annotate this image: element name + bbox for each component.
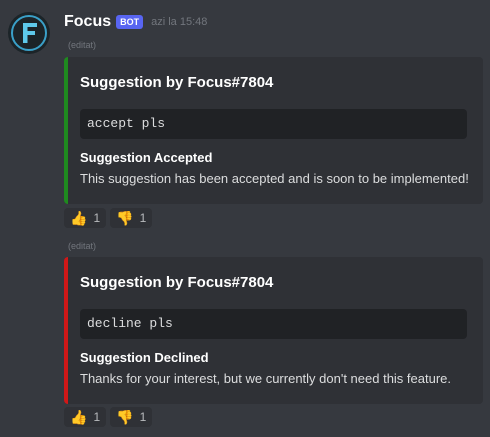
reaction-count: 1 xyxy=(93,211,101,225)
field-name: Suggestion Declined xyxy=(80,350,209,365)
reaction-count: 1 xyxy=(139,410,147,424)
thumbs-down-icon: 👎 xyxy=(116,210,134,226)
field-value: This suggestion has been accepted and is… xyxy=(80,171,469,186)
field-value: Thanks for your interest, but we current… xyxy=(80,371,452,386)
thumbs-up-icon: 👍 xyxy=(70,210,88,226)
thumbs-down-icon: 👎 xyxy=(116,409,134,425)
message-timestamp[interactable]: azi la 15:48 xyxy=(151,16,207,28)
reaction-count: 1 xyxy=(139,211,147,225)
embed-title: Suggestion by Focus#7804 xyxy=(80,274,274,291)
field-name: Suggestion Accepted xyxy=(80,150,213,165)
reaction-thumbs-up[interactable]: 👍 1 xyxy=(64,407,107,427)
reactions-row: 👍 1 👎 1 xyxy=(64,407,153,427)
code-block: decline pls xyxy=(80,309,467,339)
edited-label: (editat) xyxy=(68,241,97,251)
bot-badge: BOT xyxy=(116,15,144,29)
embed-accent-bar xyxy=(64,57,68,204)
avatar[interactable] xyxy=(8,12,50,54)
edited-label: (editat) xyxy=(68,40,97,50)
reaction-count: 1 xyxy=(93,410,101,424)
reactions-row: 👍 1 👎 1 xyxy=(64,208,153,228)
reaction-thumbs-up[interactable]: 👍 1 xyxy=(64,208,107,228)
reaction-thumbs-down[interactable]: 👎 1 xyxy=(110,407,153,427)
suggestion-embed: Suggestion by Focus#7804 decline pls Sug… xyxy=(64,257,483,404)
focus-logo-icon xyxy=(9,13,49,53)
message-header: Focus BOT azi la 15:48 xyxy=(64,12,207,32)
embed-accent-bar xyxy=(64,257,68,404)
reaction-thumbs-down[interactable]: 👎 1 xyxy=(110,208,153,228)
code-block: accept pls xyxy=(80,109,467,139)
embed-title: Suggestion by Focus#7804 xyxy=(80,74,274,91)
thumbs-up-icon: 👍 xyxy=(70,409,88,425)
suggestion-embed: Suggestion by Focus#7804 accept pls Sugg… xyxy=(64,57,483,204)
author-name[interactable]: Focus xyxy=(64,13,111,31)
